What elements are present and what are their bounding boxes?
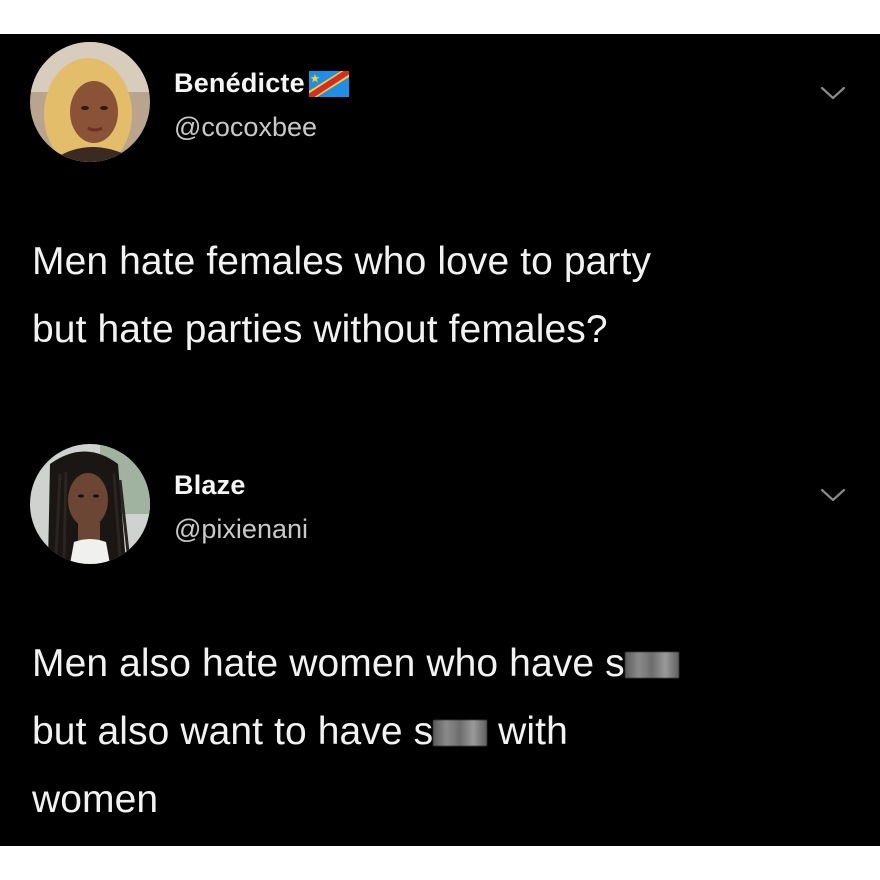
tweet-text-segment: with: [487, 710, 568, 753]
author-name-row: Blaze: [174, 470, 246, 501]
author-name-row: Benédicte: [174, 68, 349, 99]
avatar[interactable]: [30, 444, 150, 564]
censor-block: [433, 720, 488, 746]
tweet-text-line: women: [32, 778, 159, 821]
tweet-text-segment: Men also hate women who have s: [32, 642, 625, 685]
tweet-text-line: but hate parties without females?: [32, 308, 608, 351]
display-name[interactable]: Benédicte: [174, 68, 305, 99]
tweet-text-line: Men hate females who love to party: [32, 240, 652, 283]
user-handle[interactable]: @cocoxbee: [174, 112, 317, 143]
tweet-text-line: Men also hate women who have s: [32, 630, 852, 698]
censor-block: [624, 652, 679, 678]
display-name[interactable]: Blaze: [174, 470, 246, 501]
tweet-text: Men hate females who love to party but h…: [32, 228, 852, 364]
chevron-down-icon[interactable]: [816, 484, 850, 506]
tweet-text: Men also hate women who have s but also …: [32, 630, 852, 834]
chevron-down-icon[interactable]: [816, 82, 850, 104]
tweet-text-line: but also want to have s with: [32, 698, 852, 766]
user-handle[interactable]: @pixienani: [174, 514, 308, 545]
screenshot-frame: Benédicte @cocoxbee Men hate females who…: [0, 34, 880, 846]
drc-flag-icon: [308, 70, 349, 97]
tweet-text-segment: but also want to have s: [32, 710, 434, 753]
avatar[interactable]: [30, 42, 150, 162]
